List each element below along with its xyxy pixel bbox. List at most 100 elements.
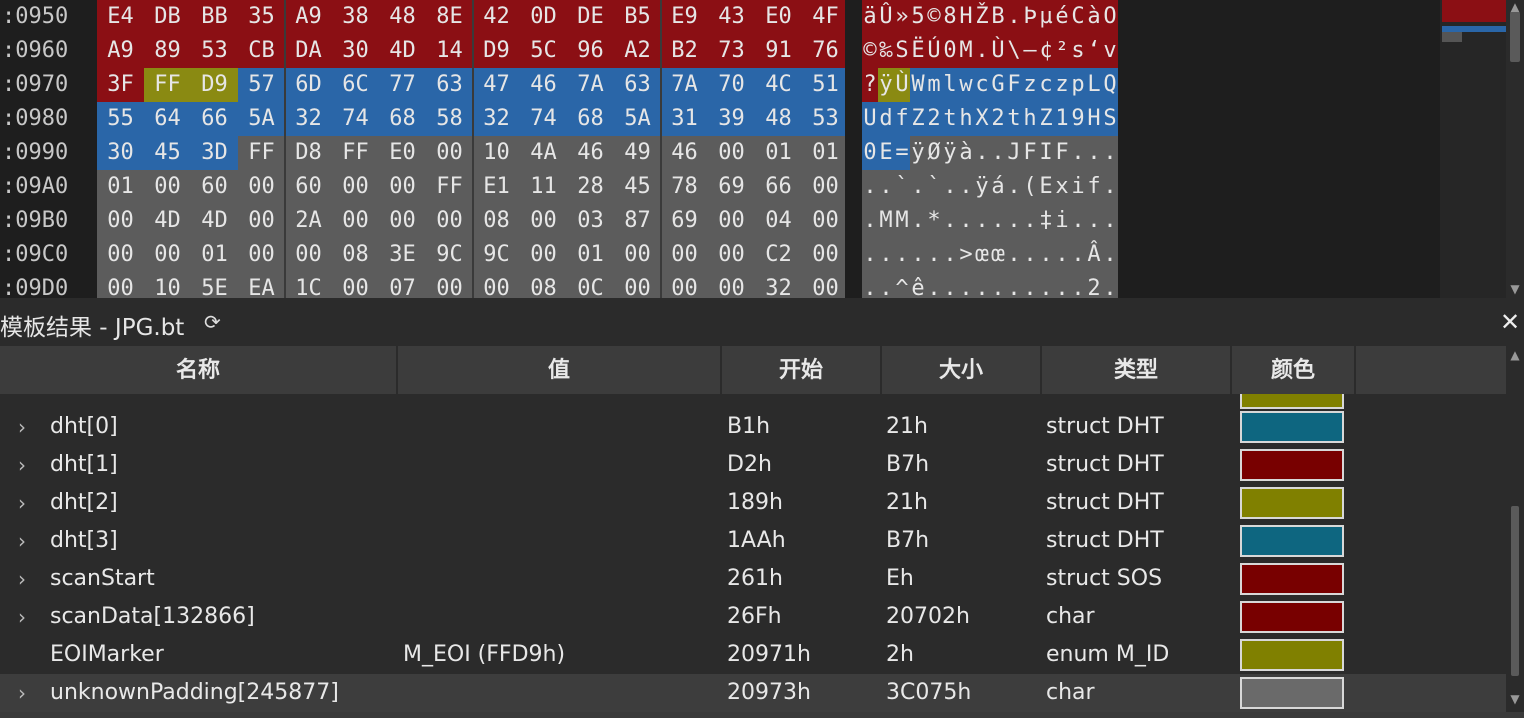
- hex-byte[interactable]: 00: [144, 170, 191, 204]
- column-header-name[interactable]: 名称: [0, 346, 398, 394]
- hex-byte[interactable]: DB: [144, 0, 191, 34]
- hex-row[interactable]: :0950 E4 DB BB 35 A9 38 48 8E 42 0D DE B5 E9 43 E0 4F ä Û»…: [0, 0, 1440, 34]
- hex-byte[interactable]: D9: [191, 68, 238, 102]
- ascii-char[interactable]: .: [942, 272, 958, 298]
- hex-byte[interactable]: 00: [802, 204, 849, 238]
- hex-byte[interactable]: 30: [332, 34, 379, 68]
- ascii-char[interactable]: W: [910, 68, 926, 102]
- ascii-char[interactable]: ÿ: [878, 68, 894, 102]
- ascii-char[interactable]: .: [974, 204, 990, 238]
- hex-byte[interactable]: 96: [567, 34, 614, 68]
- hex-scroll-thumb[interactable]: [1510, 12, 1520, 62]
- hex-byte[interactable]: 30: [97, 136, 144, 170]
- hex-byte[interactable]: 00: [379, 170, 426, 204]
- ascii-char[interactable]: Ë: [910, 34, 926, 68]
- hex-byte[interactable]: 78: [661, 170, 708, 204]
- ascii-char[interactable]: .: [862, 170, 878, 204]
- hex-byte[interactable]: 4D: [191, 204, 238, 238]
- column-header-value[interactable]: 值: [398, 346, 722, 394]
- ascii-char[interactable]: .: [1102, 170, 1118, 204]
- ascii-char[interactable]: .: [990, 272, 1006, 298]
- ascii-char[interactable]: Ø: [926, 136, 942, 170]
- ascii-char[interactable]: .: [862, 238, 878, 272]
- ascii-char[interactable]: z: [1022, 68, 1038, 102]
- hex-byte[interactable]: 9C: [426, 238, 473, 272]
- hex-byte[interactable]: 3D: [191, 136, 238, 170]
- ascii-char[interactable]: Û: [878, 0, 894, 34]
- ascii-char[interactable]: G: [990, 68, 1006, 102]
- ascii-char[interactable]: .: [1006, 0, 1022, 34]
- hex-vertical-scrollbar[interactable]: ▲ ▼: [1506, 0, 1524, 298]
- ascii-char[interactable]: .: [878, 170, 894, 204]
- hex-byte[interactable]: 4C: [755, 68, 802, 102]
- ascii-char[interactable]: .: [1086, 136, 1102, 170]
- hex-byte[interactable]: 08: [332, 238, 379, 272]
- hex-byte[interactable]: E1: [473, 170, 520, 204]
- hex-byte[interactable]: 6C: [332, 68, 379, 102]
- ascii-char[interactable]: ?: [862, 68, 878, 102]
- ascii-char[interactable]: 5: [910, 0, 926, 34]
- hex-byte[interactable]: 10: [144, 272, 191, 298]
- hex-byte[interactable]: 28: [567, 170, 614, 204]
- table-scroll-down-arrow-icon[interactable]: ▼: [1506, 692, 1524, 706]
- ascii-char[interactable]: F: [1054, 136, 1070, 170]
- hex-byte[interactable]: 9C: [473, 238, 520, 272]
- ascii-char[interactable]: I: [1038, 136, 1054, 170]
- ascii-char[interactable]: –: [1022, 34, 1038, 68]
- ascii-char[interactable]: .: [990, 204, 1006, 238]
- ascii-char[interactable]: t: [942, 102, 958, 136]
- ascii-char[interactable]: .: [862, 272, 878, 298]
- ascii-char[interactable]: ©: [862, 34, 878, 68]
- table-row[interactable]: › scanStart 261h Eh struct SOS: [0, 560, 1506, 598]
- hex-byte[interactable]: 32: [285, 102, 332, 136]
- ascii-char[interactable]: ¢: [1038, 34, 1054, 68]
- ascii-char[interactable]: .: [942, 204, 958, 238]
- hex-byte[interactable]: 00: [332, 170, 379, 204]
- ascii-char[interactable]: .: [910, 170, 926, 204]
- ascii-char[interactable]: .: [1022, 204, 1038, 238]
- hex-byte[interactable]: 45: [144, 136, 191, 170]
- ascii-char[interactable]: ‘: [1086, 34, 1102, 68]
- hex-byte[interactable]: 00: [144, 238, 191, 272]
- ascii-char[interactable]: 8: [942, 0, 958, 34]
- ascii-char[interactable]: L: [1086, 68, 1102, 102]
- ascii-char[interactable]: á: [990, 170, 1006, 204]
- ascii-char[interactable]: i: [1054, 204, 1070, 238]
- hex-byte[interactable]: 73: [708, 34, 755, 68]
- ascii-char[interactable]: .: [894, 238, 910, 272]
- hex-byte[interactable]: D9: [473, 34, 520, 68]
- ascii-char[interactable]: Â: [1086, 238, 1102, 272]
- ascii-char[interactable]: p: [1070, 68, 1086, 102]
- ascii-char[interactable]: 2: [990, 102, 1006, 136]
- ascii-char[interactable]: F: [1022, 136, 1038, 170]
- chevron-right-icon[interactable]: ›: [18, 529, 26, 553]
- hex-byte[interactable]: 89: [144, 34, 191, 68]
- hex-byte[interactable]: 31: [661, 102, 708, 136]
- hex-byte[interactable]: 48: [379, 0, 426, 34]
- ascii-char[interactable]: O: [1102, 0, 1118, 34]
- ascii-char[interactable]: ‰: [878, 34, 894, 68]
- hex-byte[interactable]: 03: [567, 204, 614, 238]
- hex-byte[interactable]: 32: [473, 102, 520, 136]
- ascii-char[interactable]: 2: [1086, 272, 1102, 298]
- hex-byte[interactable]: 00: [520, 204, 567, 238]
- ascii-char[interactable]: E: [1038, 170, 1054, 204]
- hex-byte[interactable]: A2: [614, 34, 661, 68]
- hex-byte[interactable]: 00: [708, 204, 755, 238]
- hex-byte[interactable]: 5A: [614, 102, 661, 136]
- ascii-char[interactable]: J: [1006, 136, 1022, 170]
- hex-byte[interactable]: 00: [285, 238, 332, 272]
- ascii-char[interactable]: Ù: [990, 34, 1006, 68]
- hex-byte[interactable]: 0C: [567, 272, 614, 298]
- hex-byte[interactable]: 66: [755, 170, 802, 204]
- hex-byte[interactable]: 00: [332, 272, 379, 298]
- hex-byte[interactable]: 00: [661, 272, 708, 298]
- hex-byte[interactable]: 00: [473, 272, 520, 298]
- ascii-char[interactable]: (: [1022, 170, 1038, 204]
- ascii-char[interactable]: .: [942, 170, 958, 204]
- column-header-color[interactable]: 颜色: [1232, 346, 1356, 394]
- ascii-char[interactable]: à: [958, 136, 974, 170]
- ascii-char[interactable]: .: [974, 34, 990, 68]
- hex-byte[interactable]: 00: [97, 238, 144, 272]
- ascii-char[interactable]: .: [1006, 204, 1022, 238]
